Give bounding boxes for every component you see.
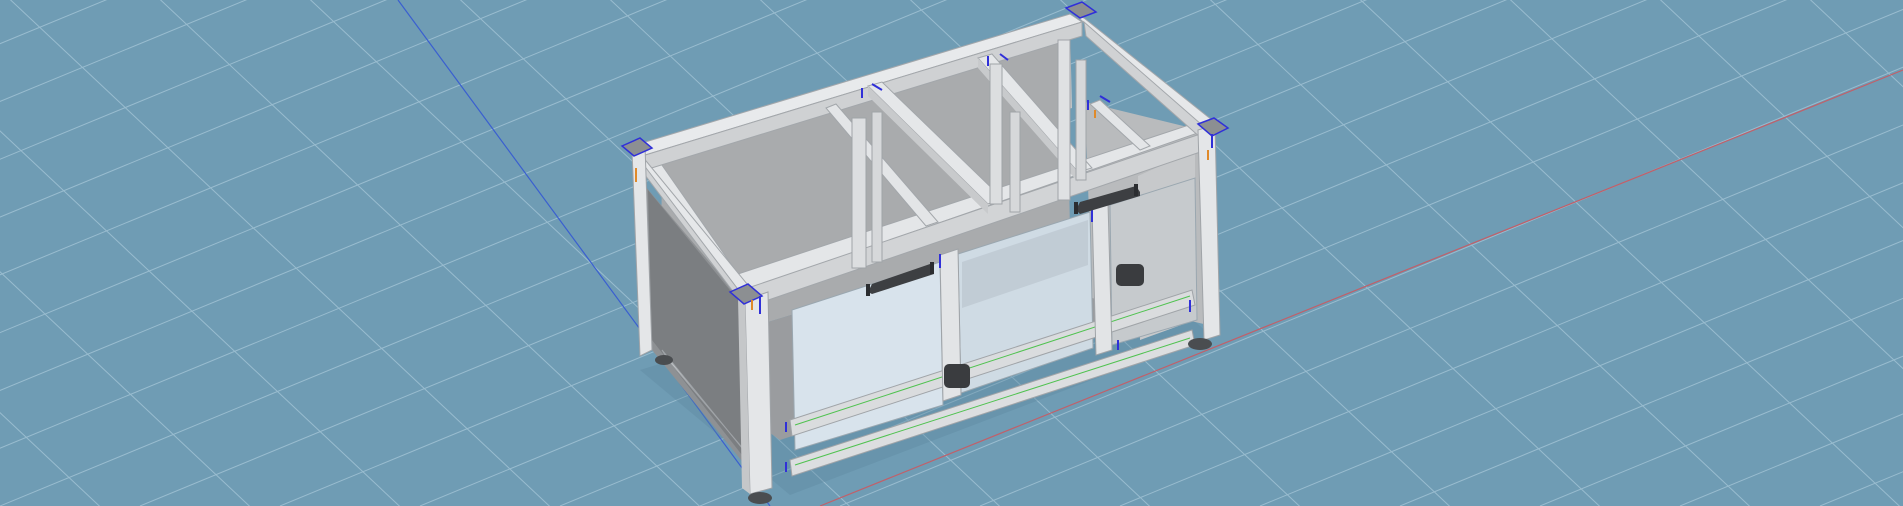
grid-line-b [159, 0, 701, 506]
leveling-foot-front-right [1188, 338, 1212, 350]
3d-viewport[interactable] [0, 0, 1903, 506]
grid-line-a [1259, 240, 1903, 506]
grid-line-b [1359, 0, 1901, 506]
grid-line-b [9, 0, 551, 506]
grid-line-a [0, 0, 528, 218]
grid-line-a [1539, 355, 1903, 506]
scene-canvas[interactable] [0, 0, 1903, 506]
inner-post-1 [851, 117, 867, 269]
grid-line-a [1119, 182, 1903, 506]
inner-post-4 [1009, 111, 1021, 213]
grid-line-a [1819, 471, 1903, 506]
grid-line-a [1679, 413, 1903, 506]
grid-line-a [0, 0, 248, 102]
leveling-foot-back-left [655, 355, 673, 365]
leveling-foot-front-left [748, 492, 772, 504]
grid-line-b [0, 411, 101, 506]
grid-line-b [1209, 0, 1751, 506]
latch-front [944, 364, 970, 388]
inner-post-3 [989, 63, 1003, 205]
latch-right [1116, 264, 1144, 286]
inner-post-2 [871, 111, 883, 263]
grid-line-a [0, 0, 108, 45]
grid-line-a [0, 0, 668, 276]
grid-line-b [1509, 0, 1903, 370]
grid-line-a [1399, 297, 1903, 506]
front-mid-post-2 [1091, 202, 1113, 356]
inner-post-5 [1057, 39, 1071, 201]
inner-post-6 [1075, 59, 1087, 181]
